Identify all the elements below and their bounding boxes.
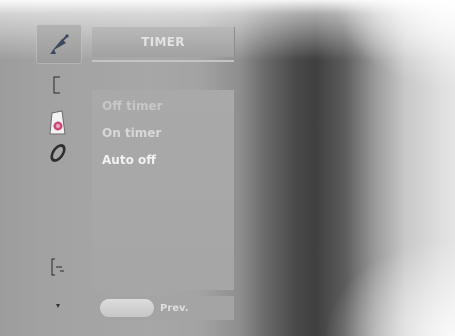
tilted-lens-icon (50, 144, 66, 162)
speaker-icon (49, 110, 66, 135)
sidebar-item-sound[interactable] (28, 108, 88, 138)
menu-title: TIMER (141, 35, 185, 49)
sidebar-item-setup[interactable] (36, 24, 82, 64)
sidebar-item-picture[interactable] (28, 72, 88, 98)
menu-item-on-timer[interactable]: On timer (102, 123, 230, 143)
bracket-icon (53, 76, 60, 94)
prev-button[interactable] (100, 299, 154, 317)
sidebar-item-extra[interactable] (28, 298, 88, 314)
menu-title-bar: TIMER (92, 27, 235, 57)
sidebar-item-time[interactable] (28, 138, 88, 168)
timer-menu-panel: Off timer On timer Auto off (92, 90, 234, 290)
menu-item-off-timer[interactable]: Off timer (102, 96, 230, 116)
connector-icon (51, 258, 64, 276)
menu-category-sidebar (28, 22, 88, 322)
title-divider (92, 60, 234, 62)
sidebar-item-input[interactable] (28, 254, 88, 280)
prev-label: Prev. (160, 302, 189, 314)
small-arrow-icon (56, 304, 60, 308)
menu-item-auto-off[interactable]: Auto off (102, 150, 230, 170)
bottom-hint-bar: Prev. (92, 296, 234, 320)
satellite-dish-icon (50, 34, 69, 54)
